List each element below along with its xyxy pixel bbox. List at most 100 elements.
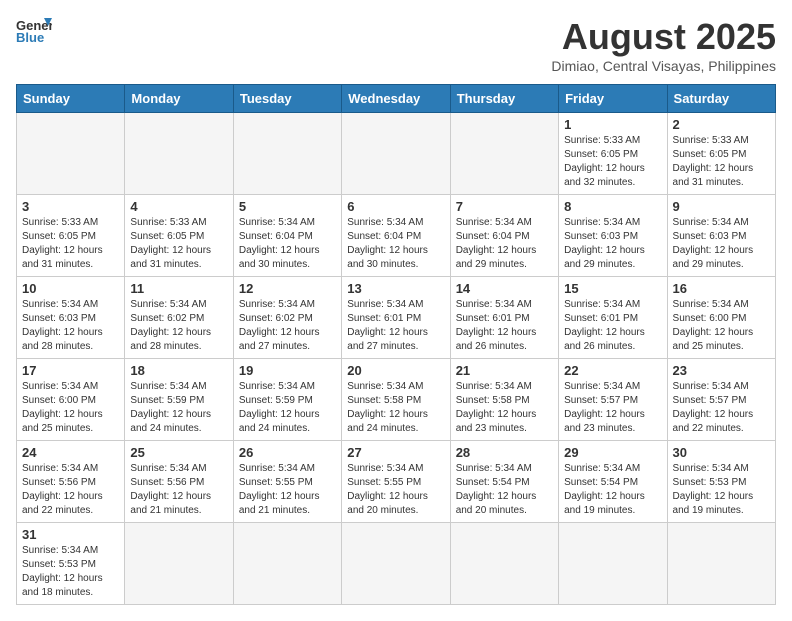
calendar-day-1: 1Sunrise: 5:33 AM Sunset: 6:05 PM Daylig… — [559, 113, 667, 195]
weekday-header-friday: Friday — [559, 85, 667, 113]
calendar-day-4: 4 Sunrise: 5:33 AM Sunset: 6:05 PM Daylig… — [125, 195, 233, 277]
day-info: Sunrise: 5:34 AM Sunset: 6:00 PM Dayligh… — [673, 298, 770, 354]
day-info: Sunrise: 5:34 AM Sunset: 5:53 PM Dayligh… — [673, 462, 770, 518]
day-number: 3 — [22, 199, 119, 214]
day-info: Sunrise: 5:33 AM Sunset: 6:05 PM Dayligh… — [564, 134, 661, 190]
calendar-week-row: 24 Sunrise: 5:34 AM Sunset: 5:56 PM Dayli… — [17, 441, 776, 523]
calendar-day-empty — [342, 523, 450, 605]
calendar-day-empty — [450, 523, 558, 605]
day-info: Sunrise: 5:34 AM Sunset: 5:57 PM Dayligh… — [564, 380, 661, 436]
calendar-day-9: 9 Sunrise: 5:34 AM Sunset: 6:03 PM Daylig… — [667, 195, 775, 277]
day-number: 5 — [239, 199, 336, 214]
weekday-header-thursday: Thursday — [450, 85, 558, 113]
calendar-week-row: 31 Sunrise: 5:34 AM Sunset: 5:53 PM Dayli… — [17, 523, 776, 605]
calendar-day-24: 24 Sunrise: 5:34 AM Sunset: 5:56 PM Dayli… — [17, 441, 125, 523]
weekday-header-tuesday: Tuesday — [233, 85, 341, 113]
day-number: 26 — [239, 445, 336, 460]
calendar-day-empty — [17, 113, 125, 195]
day-number: 6 — [347, 199, 444, 214]
day-info: Sunrise: 5:34 AM Sunset: 6:01 PM Dayligh… — [347, 298, 444, 354]
day-info: Sunrise: 5:34 AM Sunset: 5:58 PM Dayligh… — [347, 380, 444, 436]
day-info: Sunrise: 5:34 AM Sunset: 6:04 PM Dayligh… — [456, 216, 553, 272]
weekday-header-saturday: Saturday — [667, 85, 775, 113]
day-number: 19 — [239, 363, 336, 378]
calendar-day-empty — [450, 113, 558, 195]
calendar-day-8: 8 Sunrise: 5:34 AM Sunset: 6:03 PM Daylig… — [559, 195, 667, 277]
day-info: Sunrise: 5:34 AM Sunset: 6:04 PM Dayligh… — [347, 216, 444, 272]
calendar-day-25: 25Sunrise: 5:34 AM Sunset: 5:56 PM Dayli… — [125, 441, 233, 523]
day-info: Sunrise: 5:34 AM Sunset: 5:54 PM Dayligh… — [456, 462, 553, 518]
calendar-day-20: 20Sunrise: 5:34 AM Sunset: 5:58 PM Dayli… — [342, 359, 450, 441]
day-number: 13 — [347, 281, 444, 296]
calendar-week-row: 3 Sunrise: 5:33 AM Sunset: 6:05 PM Daylig… — [17, 195, 776, 277]
calendar-day-17: 17 Sunrise: 5:34 AM Sunset: 6:00 PM Dayli… — [17, 359, 125, 441]
day-info: Sunrise: 5:34 AM Sunset: 6:03 PM Dayligh… — [564, 216, 661, 272]
day-number: 31 — [22, 527, 119, 542]
calendar-day-empty — [233, 113, 341, 195]
calendar-table: SundayMondayTuesdayWednesdayThursdayFrid… — [16, 84, 776, 605]
calendar-day-12: 12Sunrise: 5:34 AM Sunset: 6:02 PM Dayli… — [233, 277, 341, 359]
calendar-day-27: 27Sunrise: 5:34 AM Sunset: 5:55 PM Dayli… — [342, 441, 450, 523]
day-number: 23 — [673, 363, 770, 378]
calendar-day-7: 7 Sunrise: 5:34 AM Sunset: 6:04 PM Daylig… — [450, 195, 558, 277]
calendar-day-21: 21Sunrise: 5:34 AM Sunset: 5:58 PM Dayli… — [450, 359, 558, 441]
day-number: 17 — [22, 363, 119, 378]
day-info: Sunrise: 5:34 AM Sunset: 6:01 PM Dayligh… — [456, 298, 553, 354]
calendar-week-row: 17 Sunrise: 5:34 AM Sunset: 6:00 PM Dayli… — [17, 359, 776, 441]
month-title: August 2025 — [551, 16, 776, 58]
day-info: Sunrise: 5:34 AM Sunset: 5:56 PM Dayligh… — [130, 462, 227, 518]
calendar-day-empty — [342, 113, 450, 195]
calendar-day-empty — [125, 113, 233, 195]
day-info: Sunrise: 5:34 AM Sunset: 6:04 PM Dayligh… — [239, 216, 336, 272]
weekday-header-wednesday: Wednesday — [342, 85, 450, 113]
day-number: 10 — [22, 281, 119, 296]
calendar-day-13: 13 Sunrise: 5:34 AM Sunset: 6:01 PM Dayli… — [342, 277, 450, 359]
calendar-day-empty — [667, 523, 775, 605]
calendar-day-6: 6 Sunrise: 5:34 AM Sunset: 6:04 PM Daylig… — [342, 195, 450, 277]
calendar-day-10: 10 Sunrise: 5:34 AM Sunset: 6:03 PM Dayli… — [17, 277, 125, 359]
day-info: Sunrise: 5:34 AM Sunset: 6:03 PM Dayligh… — [22, 298, 119, 354]
day-info: Sunrise: 5:34 AM Sunset: 6:03 PM Dayligh… — [673, 216, 770, 272]
day-info: Sunrise: 5:33 AM Sunset: 6:05 PM Dayligh… — [673, 134, 770, 190]
calendar-day-18: 18Sunrise: 5:34 AM Sunset: 5:59 PM Dayli… — [125, 359, 233, 441]
day-info: Sunrise: 5:34 AM Sunset: 5:56 PM Dayligh… — [22, 462, 119, 518]
day-number: 4 — [130, 199, 227, 214]
calendar-day-30: 30 Sunrise: 5:34 AM Sunset: 5:53 PM Dayli… — [667, 441, 775, 523]
day-number: 15 — [564, 281, 661, 296]
location-subtitle: Dimiao, Central Visayas, Philippines — [551, 58, 776, 74]
day-number: 8 — [564, 199, 661, 214]
day-number: 30 — [673, 445, 770, 460]
day-number: 14 — [456, 281, 553, 296]
svg-text:Blue: Blue — [16, 30, 44, 44]
calendar-day-29: 29Sunrise: 5:34 AM Sunset: 5:54 PM Dayli… — [559, 441, 667, 523]
day-info: Sunrise: 5:34 AM Sunset: 6:01 PM Dayligh… — [564, 298, 661, 354]
day-info: Sunrise: 5:34 AM Sunset: 5:53 PM Dayligh… — [22, 544, 119, 600]
day-info: Sunrise: 5:34 AM Sunset: 5:57 PM Dayligh… — [673, 380, 770, 436]
day-number: 22 — [564, 363, 661, 378]
calendar-day-31: 31 Sunrise: 5:34 AM Sunset: 5:53 PM Dayli… — [17, 523, 125, 605]
weekday-header-sunday: Sunday — [17, 85, 125, 113]
day-info: Sunrise: 5:34 AM Sunset: 5:54 PM Dayligh… — [564, 462, 661, 518]
day-number: 18 — [130, 363, 227, 378]
day-info: Sunrise: 5:34 AM Sunset: 6:00 PM Dayligh… — [22, 380, 119, 436]
day-number: 24 — [22, 445, 119, 460]
calendar-day-empty — [125, 523, 233, 605]
day-number: 28 — [456, 445, 553, 460]
calendar-day-11: 11Sunrise: 5:34 AM Sunset: 6:02 PM Dayli… — [125, 277, 233, 359]
day-number: 7 — [456, 199, 553, 214]
calendar-day-empty — [559, 523, 667, 605]
calendar-day-28: 28 Sunrise: 5:34 AM Sunset: 5:54 PM Dayli… — [450, 441, 558, 523]
calendar-day-23: 23 Sunrise: 5:34 AM Sunset: 5:57 PM Dayli… — [667, 359, 775, 441]
day-number: 21 — [456, 363, 553, 378]
day-info: Sunrise: 5:34 AM Sunset: 5:59 PM Dayligh… — [239, 380, 336, 436]
day-info: Sunrise: 5:33 AM Sunset: 6:05 PM Dayligh… — [22, 216, 119, 272]
calendar-day-15: 15 Sunrise: 5:34 AM Sunset: 6:01 PM Dayli… — [559, 277, 667, 359]
day-info: Sunrise: 5:33 AM Sunset: 6:05 PM Dayligh… — [130, 216, 227, 272]
calendar-header-row: SundayMondayTuesdayWednesdayThursdayFrid… — [17, 85, 776, 113]
day-number: 9 — [673, 199, 770, 214]
day-number: 2 — [673, 117, 770, 132]
calendar-week-row: 1Sunrise: 5:33 AM Sunset: 6:05 PM Daylig… — [17, 113, 776, 195]
day-info: Sunrise: 5:34 AM Sunset: 5:55 PM Dayligh… — [347, 462, 444, 518]
day-info: Sunrise: 5:34 AM Sunset: 6:02 PM Dayligh… — [239, 298, 336, 354]
day-number: 11 — [130, 281, 227, 296]
